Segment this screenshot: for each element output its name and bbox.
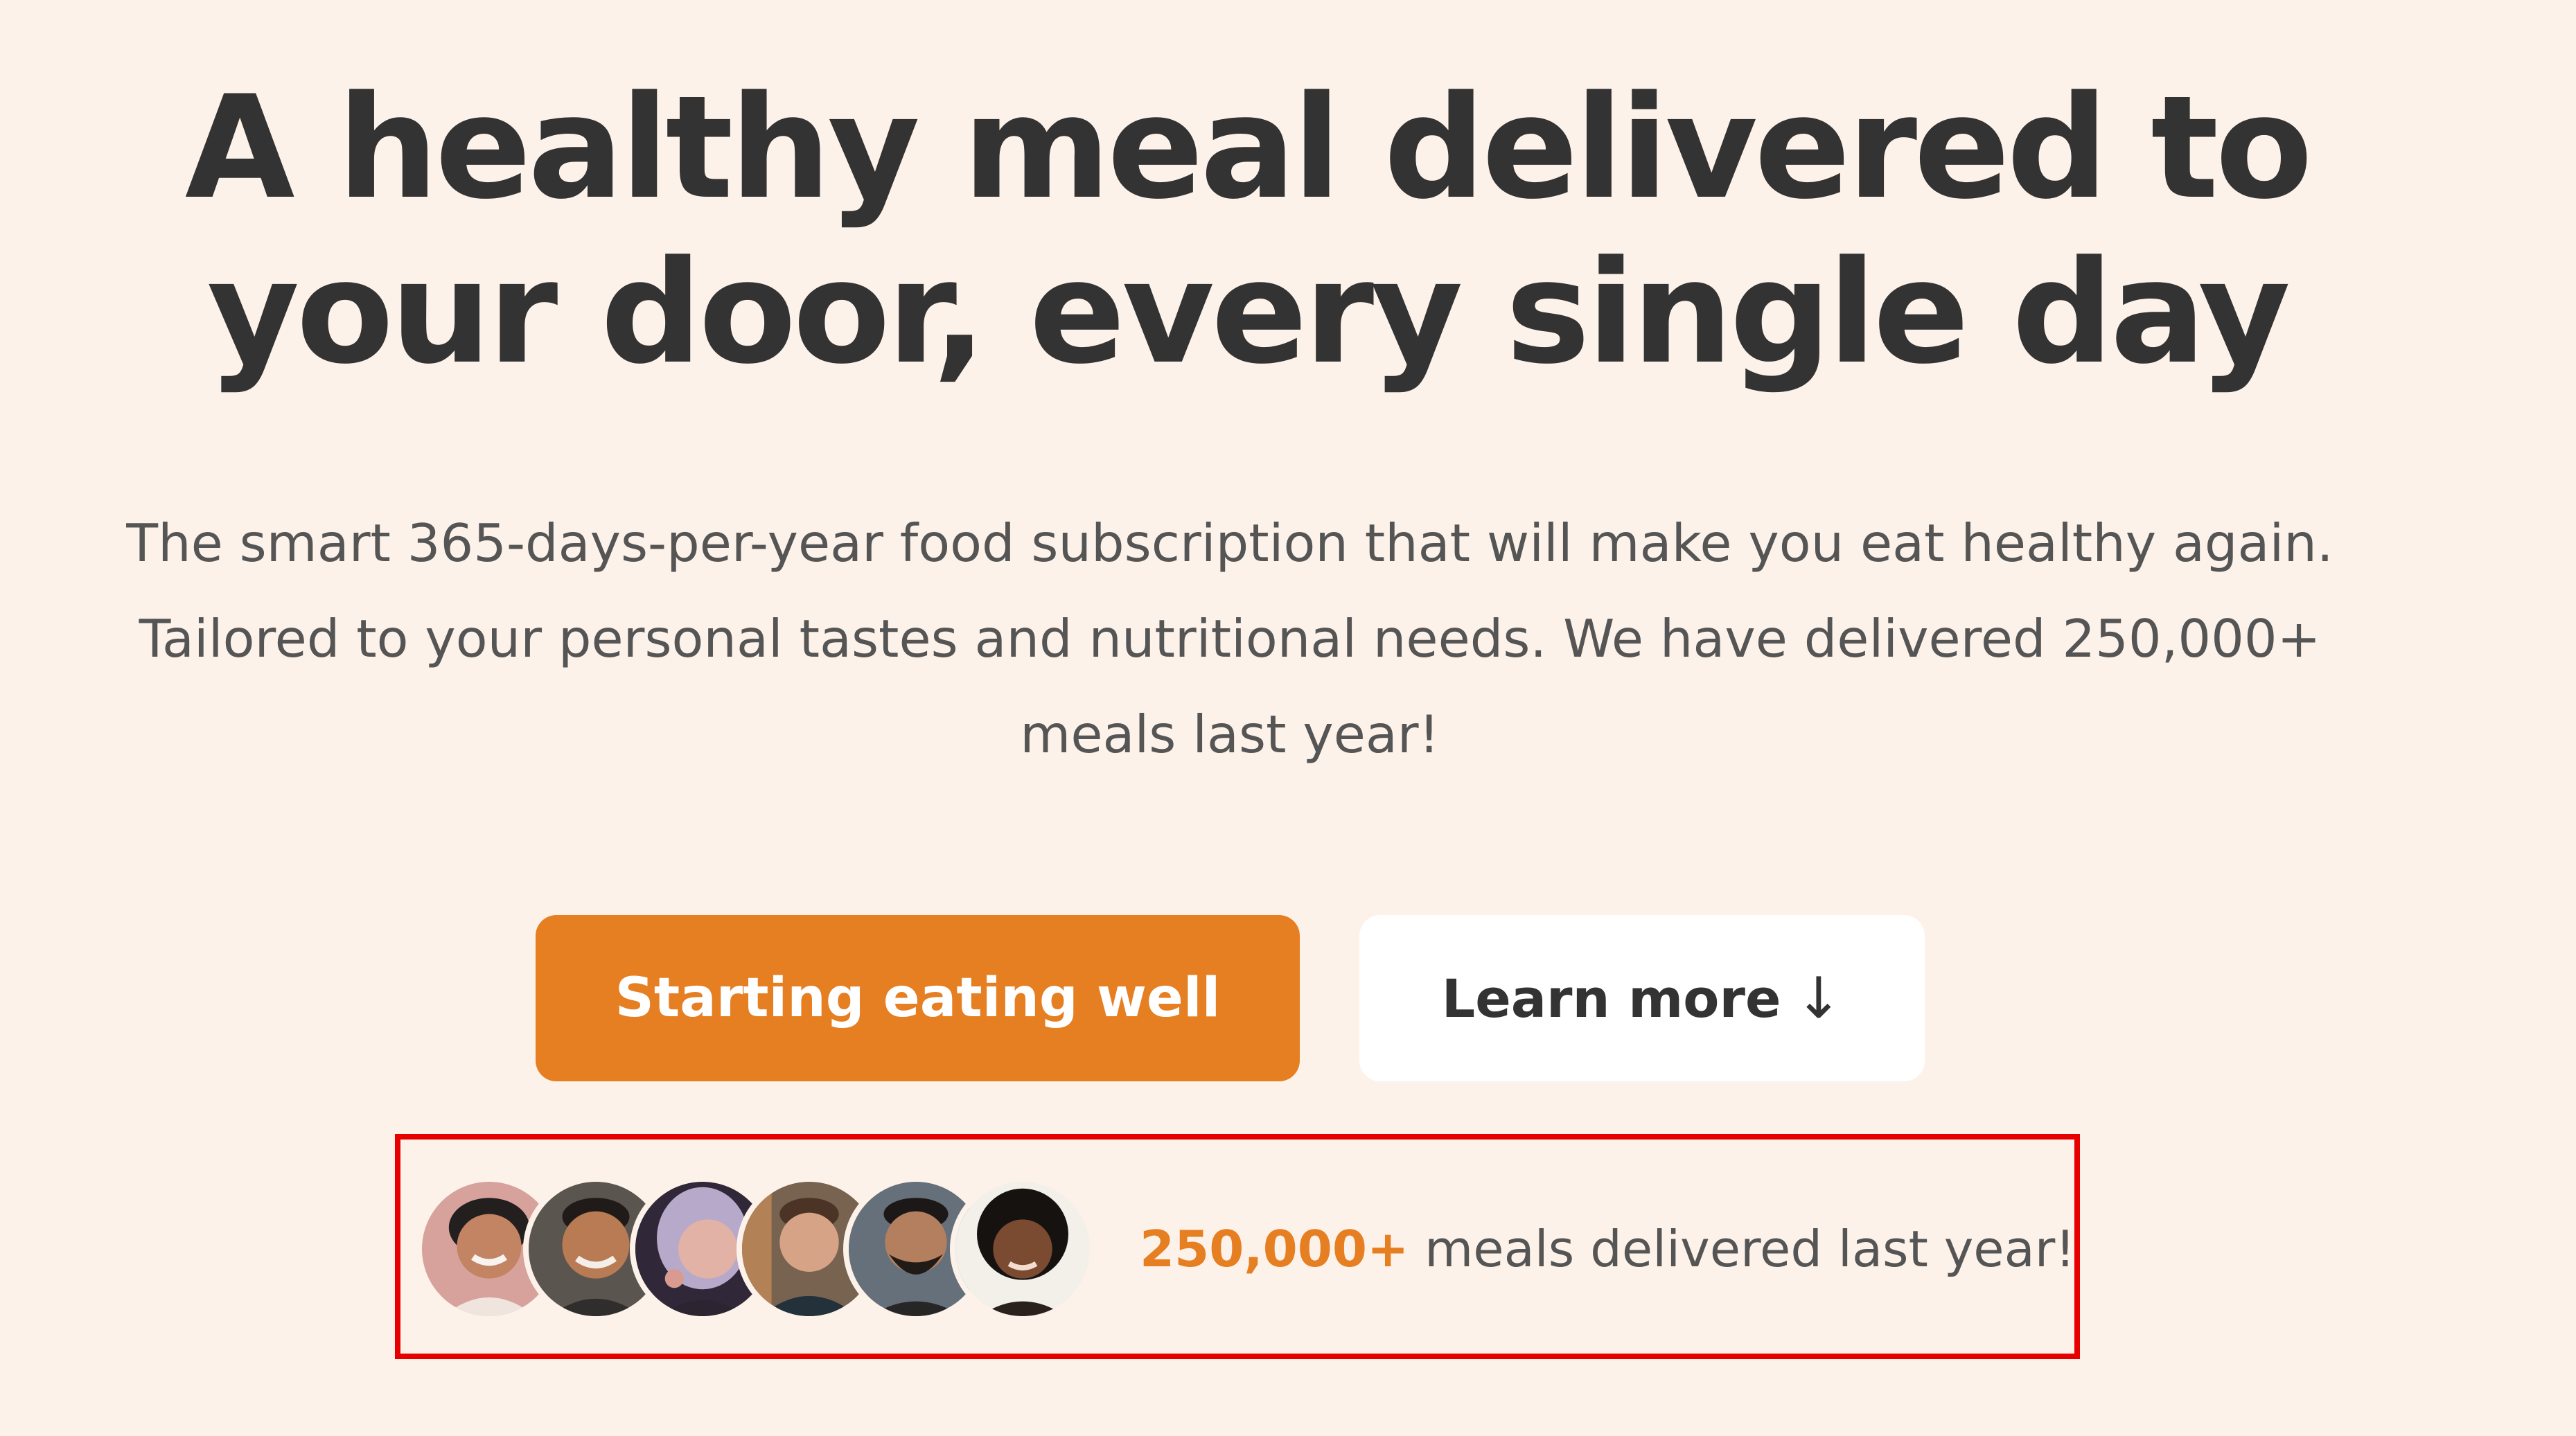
learn-more-label: Learn more xyxy=(1441,967,1781,1029)
hero-section: A healthy meal delivered to your door, e… xyxy=(0,0,2576,1436)
start-eating-button[interactable]: Starting eating well xyxy=(536,915,1300,1081)
hero-title-line-2: your door, every single day xyxy=(206,231,2291,396)
meal-count-text: 250,000+ meals delivered last year! xyxy=(1140,1218,2075,1280)
start-eating-label: Starting eating well xyxy=(615,967,1221,1029)
customer-avatar xyxy=(950,1176,1095,1322)
arrow-down-icon: ↓ xyxy=(1794,965,1843,1031)
meal-count-number: 250,000+ xyxy=(1140,1220,1409,1278)
hero-title-line-1: A healthy meal delivered to xyxy=(184,66,2313,231)
hero-description: The smart 365-days-per-year food subscri… xyxy=(126,513,2334,765)
meal-count-label: meals delivered last year! xyxy=(1424,1220,2076,1278)
hero-title: A healthy meal delivered to your door, e… xyxy=(166,66,2328,396)
learn-more-button[interactable]: Learn more ↓ xyxy=(1359,915,1925,1081)
